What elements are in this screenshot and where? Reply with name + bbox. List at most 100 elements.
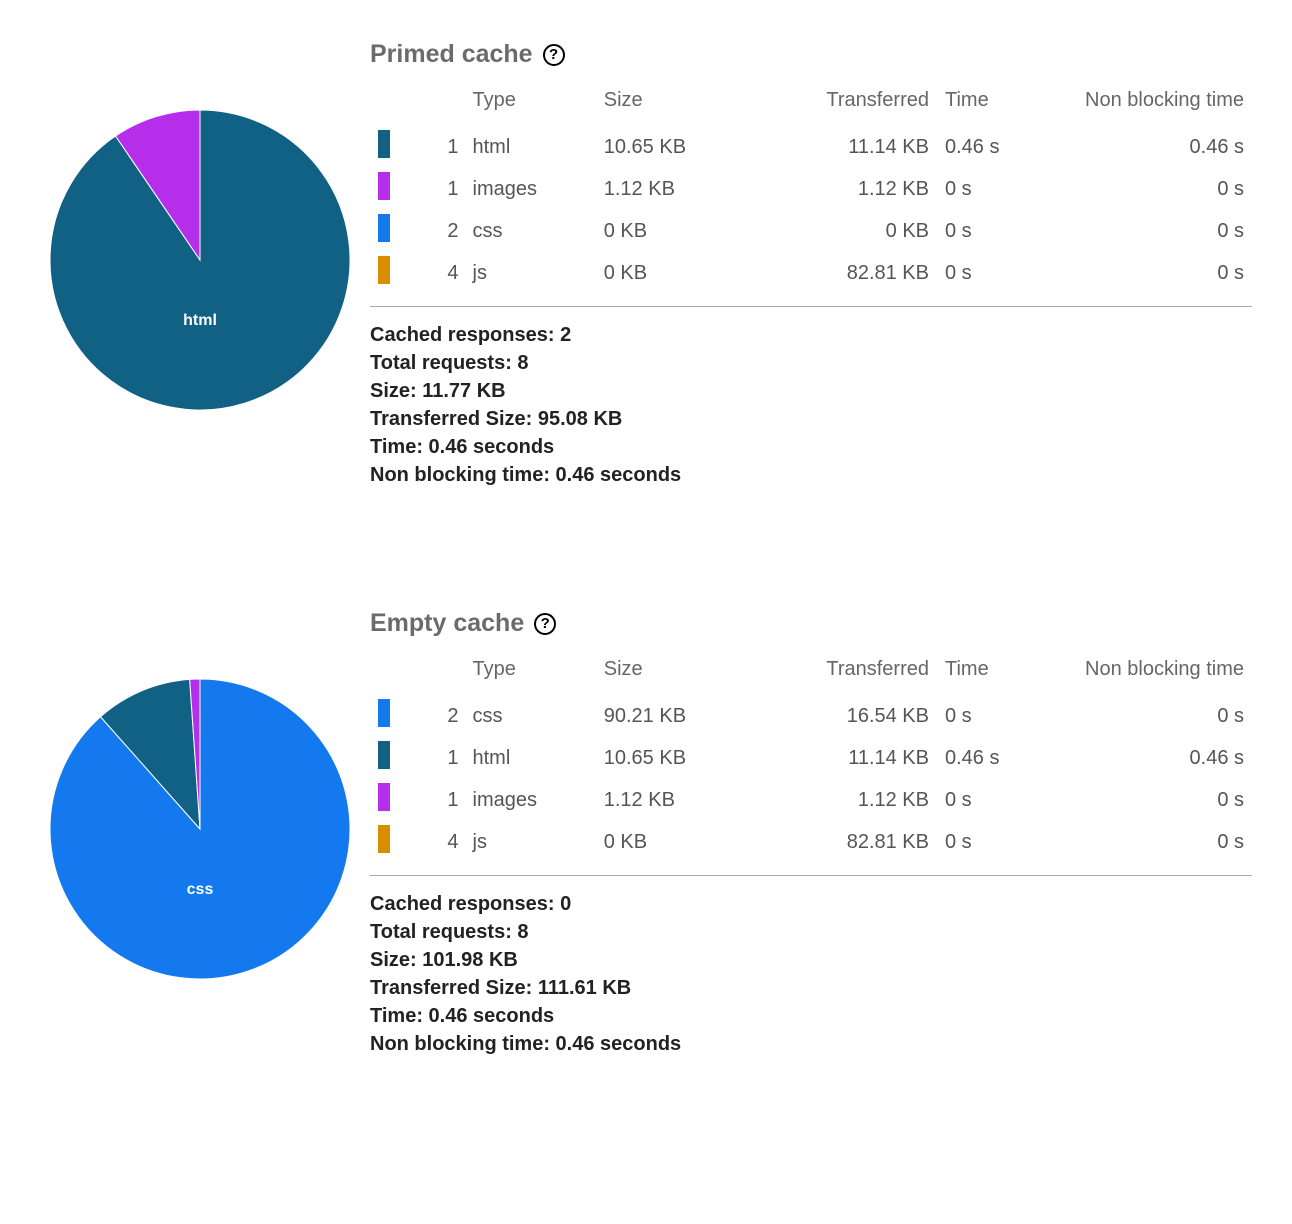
section-title: Primed cache <box>370 40 533 69</box>
col-size: Size <box>596 83 767 126</box>
summary-line: Non blocking time: 0.46 seconds <box>370 1030 1252 1058</box>
swatch-css <box>378 699 390 727</box>
resource-table: Type Size Transferred Time Non blocking … <box>370 83 1252 294</box>
cell-count: 1 <box>407 168 465 210</box>
swatch-js <box>378 256 390 284</box>
swatch-images <box>378 783 390 811</box>
cell-size: 90.21 KB <box>596 695 767 737</box>
cell-transferred: 16.54 KB <box>766 695 937 737</box>
cell-time: 0 s <box>937 821 1068 863</box>
summary-line: Cached responses: 2 <box>370 321 1252 349</box>
cell-type: js <box>465 821 596 863</box>
summary-line: Non blocking time: 0.46 seconds <box>370 461 1252 489</box>
cell-transferred: 82.81 KB <box>766 252 937 294</box>
table-row: 4 js 0 KB 82.81 KB 0 s 0 s <box>370 252 1252 294</box>
table-row: 1 html 10.65 KB 11.14 KB 0.46 s 0.46 s <box>370 126 1252 168</box>
summary-line: Transferred Size: 111.61 KB <box>370 974 1252 1002</box>
cell-size: 10.65 KB <box>596 126 767 168</box>
cell-nonblocking: 0 s <box>1068 210 1252 252</box>
divider <box>370 875 1252 876</box>
col-transferred: Transferred <box>766 652 937 695</box>
cell-transferred: 82.81 KB <box>766 821 937 863</box>
cell-type: images <box>465 168 596 210</box>
section-primed cache: html Primed cache ? Type Size Transferre… <box>40 40 1252 489</box>
cell-count: 4 <box>407 821 465 863</box>
resource-table: Type Size Transferred Time Non blocking … <box>370 652 1252 863</box>
cell-time: 0.46 s <box>937 737 1068 779</box>
cell-time: 0.46 s <box>937 126 1068 168</box>
summary-line: Total requests: 8 <box>370 918 1252 946</box>
summary-line: Size: 101.98 KB <box>370 946 1252 974</box>
divider <box>370 306 1252 307</box>
col-nonblocking: Non blocking time <box>1068 652 1252 695</box>
table-row: 1 images 1.12 KB 1.12 KB 0 s 0 s <box>370 779 1252 821</box>
cell-transferred: 11.14 KB <box>766 737 937 779</box>
table-row: 4 js 0 KB 82.81 KB 0 s 0 s <box>370 821 1252 863</box>
cell-time: 0 s <box>937 779 1068 821</box>
cell-size: 1.12 KB <box>596 779 767 821</box>
swatch-css <box>378 214 390 242</box>
col-size: Size <box>596 652 767 695</box>
swatch-images <box>378 172 390 200</box>
cell-size: 10.65 KB <box>596 737 767 779</box>
cell-count: 2 <box>407 210 465 252</box>
cell-time: 0 s <box>937 168 1068 210</box>
col-time: Time <box>937 83 1068 126</box>
table-row: 1 images 1.12 KB 1.12 KB 0 s 0 s <box>370 168 1252 210</box>
help-icon[interactable]: ? <box>543 44 565 66</box>
table-row: 2 css 90.21 KB 16.54 KB 0 s 0 s <box>370 695 1252 737</box>
cell-size: 1.12 KB <box>596 168 767 210</box>
cell-transferred: 1.12 KB <box>766 168 937 210</box>
cell-type: images <box>465 779 596 821</box>
cell-nonblocking: 0.46 s <box>1068 737 1252 779</box>
summary-block: Cached responses: 0Total requests: 8Size… <box>370 890 1252 1058</box>
summary-line: Transferred Size: 95.08 KB <box>370 405 1252 433</box>
cell-count: 4 <box>407 252 465 294</box>
cell-count: 1 <box>407 779 465 821</box>
cell-type: css <box>465 695 596 737</box>
cell-transferred: 11.14 KB <box>766 126 937 168</box>
cell-size: 0 KB <box>596 821 767 863</box>
cell-nonblocking: 0.46 s <box>1068 126 1252 168</box>
pie-dominant-label: html <box>183 312 217 329</box>
summary-line: Time: 0.46 seconds <box>370 433 1252 461</box>
col-type: Type <box>465 652 596 695</box>
pie-dominant-label: css <box>187 881 214 898</box>
summary-line: Size: 11.77 KB <box>370 377 1252 405</box>
cell-nonblocking: 0 s <box>1068 252 1252 294</box>
swatch-html <box>378 130 390 158</box>
cell-type: js <box>465 252 596 294</box>
cell-time: 0 s <box>937 252 1068 294</box>
cell-type: html <box>465 737 596 779</box>
cell-count: 2 <box>407 695 465 737</box>
pie-chart: html <box>40 100 360 420</box>
col-type: Type <box>465 83 596 126</box>
summary-block: Cached responses: 2Total requests: 8Size… <box>370 321 1252 489</box>
help-icon[interactable]: ? <box>534 613 556 635</box>
summary-line: Cached responses: 0 <box>370 890 1252 918</box>
cell-transferred: 0 KB <box>766 210 937 252</box>
cell-nonblocking: 0 s <box>1068 821 1252 863</box>
summary-line: Total requests: 8 <box>370 349 1252 377</box>
col-time: Time <box>937 652 1068 695</box>
swatch-js <box>378 825 390 853</box>
col-transferred: Transferred <box>766 83 937 126</box>
table-row: 1 html 10.65 KB 11.14 KB 0.46 s 0.46 s <box>370 737 1252 779</box>
cell-count: 1 <box>407 737 465 779</box>
cell-type: css <box>465 210 596 252</box>
cell-count: 1 <box>407 126 465 168</box>
col-nonblocking: Non blocking time <box>1068 83 1252 126</box>
cell-size: 0 KB <box>596 210 767 252</box>
summary-line: Time: 0.46 seconds <box>370 1002 1252 1030</box>
cell-type: html <box>465 126 596 168</box>
cell-transferred: 1.12 KB <box>766 779 937 821</box>
cell-time: 0 s <box>937 210 1068 252</box>
swatch-html <box>378 741 390 769</box>
cell-nonblocking: 0 s <box>1068 779 1252 821</box>
cell-nonblocking: 0 s <box>1068 168 1252 210</box>
section-title: Empty cache <box>370 609 524 638</box>
cell-nonblocking: 0 s <box>1068 695 1252 737</box>
pie-chart: css <box>40 669 360 989</box>
cell-size: 0 KB <box>596 252 767 294</box>
cell-time: 0 s <box>937 695 1068 737</box>
